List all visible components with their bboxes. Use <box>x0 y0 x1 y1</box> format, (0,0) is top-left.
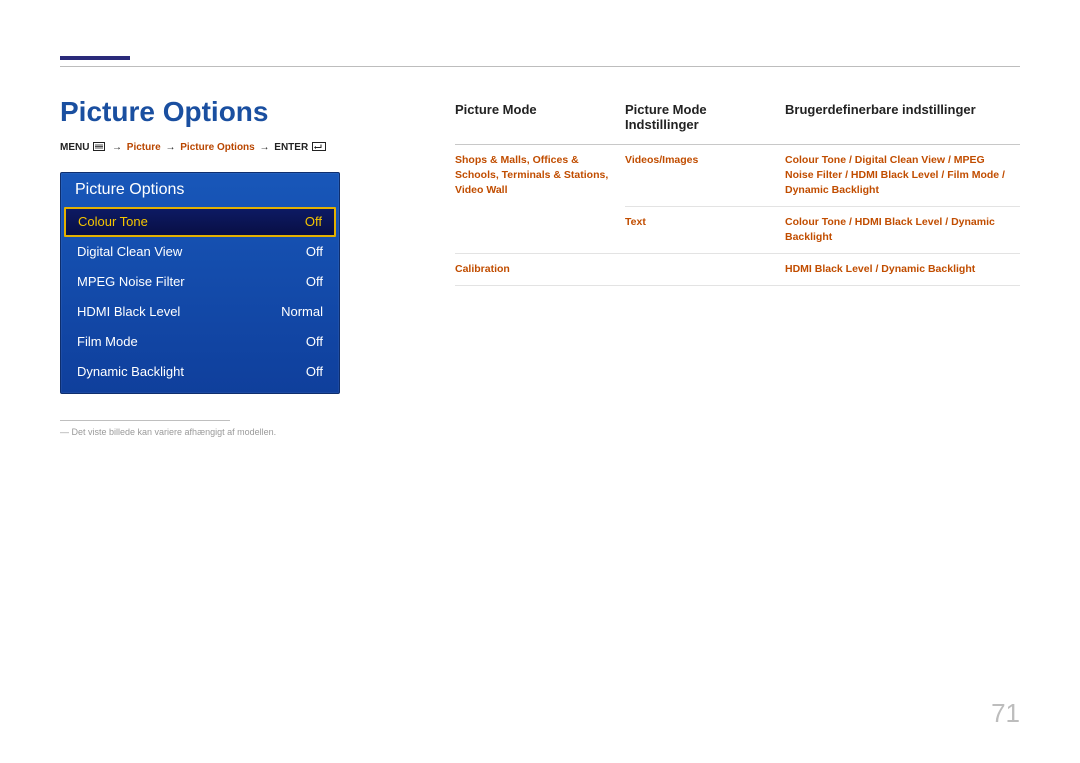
osd-value: Off <box>306 363 323 381</box>
th-line1: Picture Mode <box>625 102 707 117</box>
cell-picture-mode: Calibration <box>455 254 625 286</box>
breadcrumb-enter: ENTER <box>274 142 308 153</box>
osd-row-colour-tone[interactable]: Colour Tone Off <box>64 207 336 237</box>
table-row: Shops & Malls, Offices & Schools, Termin… <box>455 145 1020 207</box>
osd-row-mpeg-noise-filter[interactable]: MPEG Noise Filter Off <box>61 267 339 297</box>
osd-spacer <box>61 387 339 393</box>
osd-value: Off <box>306 273 323 291</box>
breadcrumb: MENU → Picture → Picture Options → ENTER <box>60 142 400 154</box>
osd-label: Dynamic Backlight <box>77 363 184 381</box>
osd-label: Colour Tone <box>78 213 148 231</box>
arrow-icon: → <box>112 142 122 153</box>
footnote: ― Det viste billede kan variere afhængig… <box>60 427 400 437</box>
footnote-rule <box>60 420 230 421</box>
osd-value: Off <box>305 213 322 231</box>
manual-page: Picture Options MENU → Picture → Picture… <box>0 0 1080 763</box>
cell-indstillinger <box>625 254 785 286</box>
left-column: Picture Options MENU → Picture → Picture… <box>60 96 400 437</box>
osd-value: Off <box>306 243 323 261</box>
enter-icon <box>312 142 326 154</box>
breadcrumb-menu: MENU <box>60 142 89 153</box>
arrow-icon: → <box>165 142 175 153</box>
menu-icon <box>93 142 105 154</box>
osd-row-digital-clean-view[interactable]: Digital Clean View Off <box>61 237 339 267</box>
right-column: Picture Mode Picture Mode Indstillinger … <box>455 96 1020 286</box>
osd-value: Off <box>306 333 323 351</box>
osd-title: Picture Options <box>61 173 339 207</box>
osd-row-hdmi-black-level[interactable]: HDMI Black Level Normal <box>61 297 339 327</box>
osd-row-film-mode[interactable]: Film Mode Off <box>61 327 339 357</box>
osd-menu: Picture Options Colour Tone Off Digital … <box>60 172 340 394</box>
breadcrumb-picture: Picture <box>127 142 161 153</box>
osd-value: Normal <box>281 303 323 321</box>
osd-label: Film Mode <box>77 333 138 351</box>
cell-indstillinger: Videos/Images <box>625 145 785 207</box>
osd-row-dynamic-backlight[interactable]: Dynamic Backlight Off <box>61 357 339 387</box>
settings-table: Picture Mode Picture Mode Indstillinger … <box>455 96 1020 286</box>
th-line2: Indstillinger <box>625 117 699 132</box>
osd-label: HDMI Black Level <box>77 303 180 321</box>
cell-user-settings: Colour Tone / HDMI Black Level / Dynamic… <box>785 207 1020 254</box>
osd-label: Digital Clean View <box>77 243 182 261</box>
table-header-user-settings: Brugerdefinerbare indstillinger <box>785 96 1020 145</box>
cell-user-settings: HDMI Black Level / Dynamic Backlight <box>785 254 1020 286</box>
table-header-picture-mode-indstillinger: Picture Mode Indstillinger <box>625 96 785 145</box>
arrow-icon: → <box>260 142 270 153</box>
table-row: Calibration HDMI Black Level / Dynamic B… <box>455 254 1020 286</box>
cell-picture-mode: Shops & Malls, Offices & Schools, Termin… <box>455 145 625 254</box>
section-title: Picture Options <box>60 96 400 128</box>
table-header-picture-mode: Picture Mode <box>455 96 625 145</box>
table-header-row: Picture Mode Picture Mode Indstillinger … <box>455 96 1020 145</box>
cell-indstillinger: Text <box>625 207 785 254</box>
breadcrumb-picture-options: Picture Options <box>180 142 254 153</box>
cell-user-settings: Colour Tone / Digital Clean View / MPEG … <box>785 145 1020 207</box>
osd-label: MPEG Noise Filter <box>77 273 185 291</box>
page-number: 71 <box>991 698 1020 729</box>
page-content: Picture Options MENU → Picture → Picture… <box>60 60 1020 100</box>
